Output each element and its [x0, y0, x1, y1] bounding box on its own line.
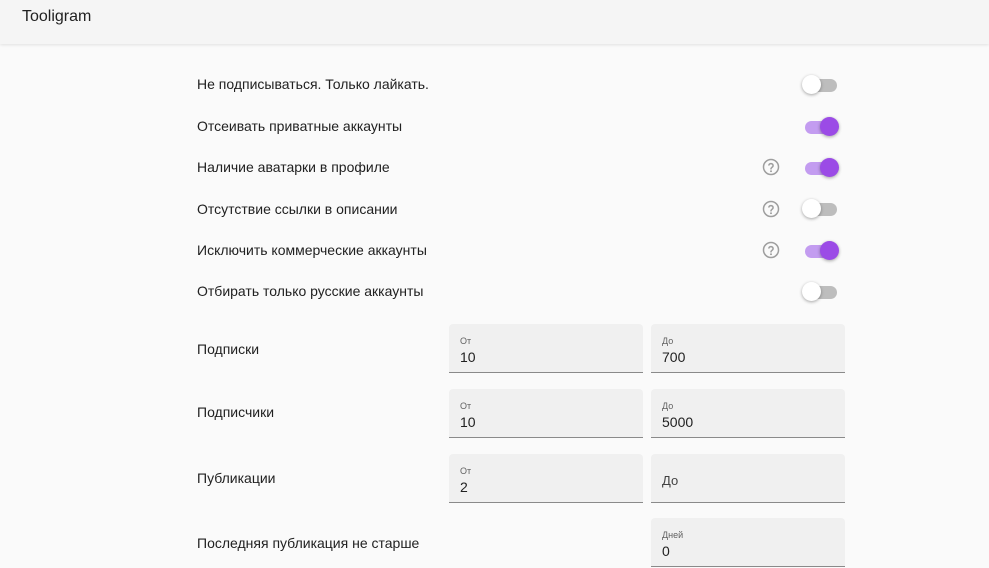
help-circle-icon[interactable]	[762, 158, 780, 176]
last-post-days-input[interactable]	[662, 543, 832, 559]
switch-thumb	[820, 241, 839, 260]
switch-thumb	[820, 158, 839, 177]
following-from-input[interactable]	[460, 349, 630, 365]
following-to-input[interactable]	[662, 349, 832, 365]
field-label: От	[460, 336, 472, 346]
posts-from-input[interactable]	[460, 479, 630, 495]
posts-label: Публикации	[197, 470, 276, 486]
help-circle-icon[interactable]	[762, 200, 780, 218]
toggle-label-filter-private: Отсеивать приватные аккаунты	[197, 118, 403, 134]
toggle-label-like-only: Не подписываться. Только лайкать.	[197, 76, 429, 92]
followers-to-input[interactable]	[662, 414, 832, 430]
field-label: До	[662, 401, 674, 411]
field-label: До	[662, 336, 674, 346]
toggle-exclude-business[interactable]	[802, 240, 840, 262]
followers-from-input[interactable]	[460, 414, 630, 430]
toggle-label-no-link: Отсутствие ссылки в описании	[197, 201, 398, 217]
followers-to-field[interactable]: До	[651, 389, 845, 438]
switch-thumb	[820, 117, 839, 136]
toggle-no-link[interactable]	[802, 198, 840, 220]
posts-from-field[interactable]: От	[449, 454, 643, 503]
switch-thumb	[802, 199, 821, 218]
following-to-field[interactable]: До	[651, 324, 845, 373]
last-post-label: Последняя публикация не старше	[197, 535, 420, 551]
switch-thumb	[802, 75, 821, 94]
toggle-label-has-avatar: Наличие аватарки в профиле	[197, 159, 390, 175]
following-label: Подписки	[197, 341, 260, 357]
switch-thumb	[802, 282, 821, 301]
following-from-field[interactable]: От	[449, 324, 643, 373]
followers-label: Подписчики	[197, 404, 275, 420]
field-label: От	[460, 466, 472, 476]
toggle-russian-only[interactable]	[802, 281, 840, 303]
posts-to-field[interactable]: До	[651, 454, 845, 503]
followers-from-field[interactable]: От	[449, 389, 643, 438]
field-label: От	[460, 401, 472, 411]
toggle-label-russian-only: Отбирать только русские аккаунты	[197, 283, 424, 299]
last-post-days-field[interactable]: Дней	[651, 518, 845, 567]
toggle-filter-private[interactable]	[802, 116, 840, 138]
toggle-like-only[interactable]	[802, 74, 840, 96]
field-label: Дней	[662, 530, 684, 540]
app-title: Tooligram	[22, 8, 92, 25]
app-bar: Tooligram	[0, 0, 989, 44]
help-circle-icon[interactable]	[762, 241, 780, 259]
toggle-label-exclude-business: Исключить коммерческие аккаунты	[197, 242, 427, 258]
toggle-has-avatar[interactable]	[802, 157, 840, 179]
posts-to-input[interactable]	[662, 478, 832, 494]
